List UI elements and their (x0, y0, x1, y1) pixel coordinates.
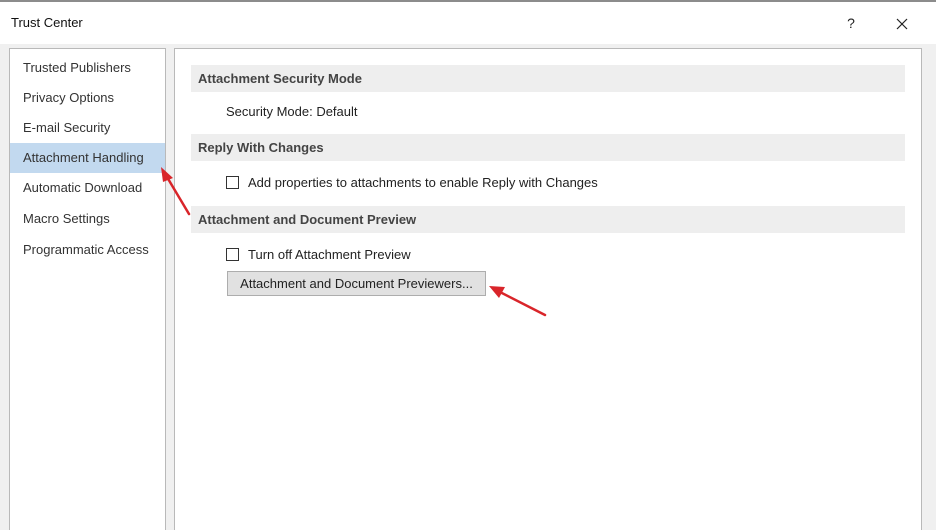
sidebar-item-attachment-handling[interactable]: Attachment Handling (10, 143, 165, 173)
turn-off-preview-label: Turn off Attachment Preview (248, 246, 411, 262)
close-button[interactable] (888, 10, 916, 36)
sidebar-item-trusted-publishers[interactable]: Trusted Publishers (10, 53, 165, 83)
category-sidebar: Trusted Publishers Privacy Options E-mai… (9, 48, 166, 530)
turn-off-preview-option[interactable]: Turn off Attachment Preview (226, 245, 411, 263)
dialog-title: Trust Center (11, 15, 83, 30)
help-button[interactable]: ? (838, 10, 864, 36)
security-mode-text: Security Mode: Default (226, 104, 358, 119)
reply-with-changes-label: Add properties to attachments to enable … (248, 174, 598, 190)
close-icon (896, 18, 908, 29)
settings-panel: Attachment Security Mode Security Mode: … (174, 48, 922, 530)
reply-with-changes-checkbox[interactable] (226, 175, 239, 189)
trust-center-dialog: Trust Center ? Trusted Publishers Privac… (0, 0, 936, 530)
section-header-attachment-security-mode: Attachment Security Mode (191, 65, 905, 92)
sidebar-item-email-security[interactable]: E-mail Security (10, 113, 165, 143)
sidebar-item-programmatic-access[interactable]: Programmatic Access (10, 235, 165, 265)
reply-with-changes-option[interactable]: Add properties to attachments to enable … (226, 173, 598, 191)
section-header-reply-with-changes: Reply With Changes (191, 134, 905, 161)
document-previewers-button[interactable]: Attachment and Document Previewers... (227, 271, 486, 296)
title-bar: Trust Center ? (0, 2, 936, 44)
sidebar-item-macro-settings[interactable]: Macro Settings (10, 204, 165, 234)
turn-off-preview-checkbox[interactable] (226, 247, 239, 261)
sidebar-item-automatic-download[interactable]: Automatic Download (10, 173, 165, 203)
sidebar-item-privacy-options[interactable]: Privacy Options (10, 83, 165, 113)
section-header-attachment-document-preview: Attachment and Document Preview (191, 206, 905, 233)
